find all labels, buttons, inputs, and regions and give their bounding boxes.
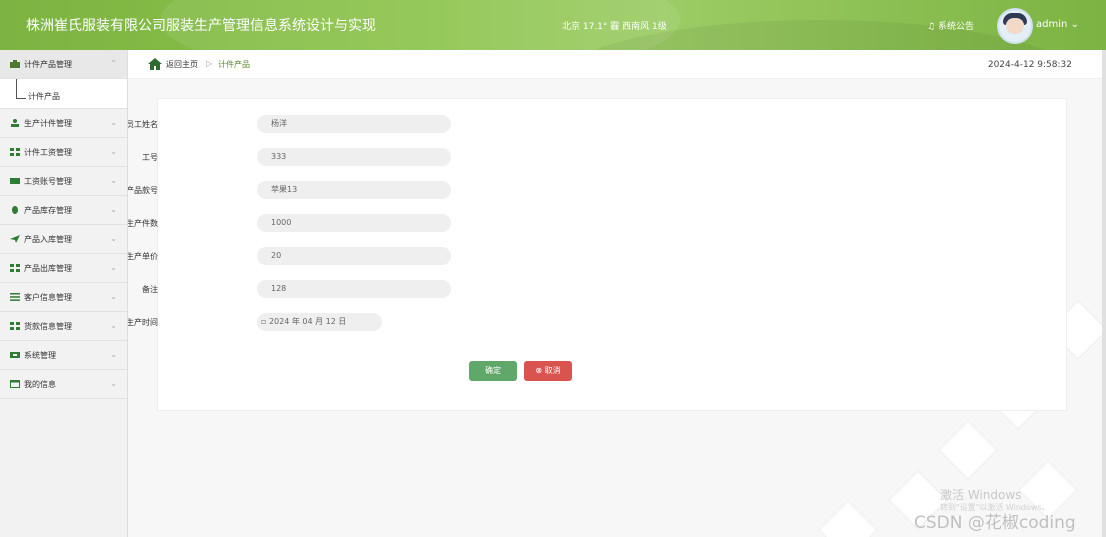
header-bar: 株洲崔氏服装有限公司服装生产管理信息系统设计与实现 北京 17.1° 霾 西南风… [0, 0, 1106, 50]
home-icon[interactable] [148, 58, 162, 70]
settings-icon [10, 352, 20, 358]
breadcrumb-separator: ▷ [206, 59, 213, 68]
card-icon [10, 178, 20, 184]
employee-id-input[interactable]: 333 [257, 148, 451, 166]
field-label: 备注 [142, 285, 158, 294]
form-card: 员工姓名 杨洋 工号 333 产品款号 苹果13 生产件数 1000 生产单价 … [128, 98, 1067, 411]
sidebar-item-label: 产品库存管理 [24, 205, 72, 215]
field-label: 产品款号 [128, 186, 158, 195]
chevron-down-icon: ⌄ [110, 379, 117, 388]
info-icon [10, 380, 20, 388]
field-label: 工号 [142, 153, 158, 162]
confirm-button[interactable]: 确定 [469, 361, 517, 381]
current-time: 2024-4-12 9:58:32 [987, 60, 1072, 70]
sidebar-item-label: 货款信息管理 [24, 321, 72, 331]
tree-line [16, 98, 26, 99]
sidebar-item-inbound[interactable]: 产品入库管理 ⌄ [0, 225, 127, 254]
field-label: 生产单价 [128, 252, 158, 261]
sidebar-item-label: 系统管理 [24, 350, 56, 360]
submenu-label: 计件产品 [28, 92, 60, 101]
app-title: 株洲崔氏服装有限公司服装生产管理信息系统设计与实现 [26, 18, 376, 34]
sidebar-item-label: 生产计件管理 [24, 118, 72, 128]
product-icon [10, 60, 20, 68]
production-date-input[interactable]: ▫ 2024 年 04 月 12 日 [257, 313, 382, 331]
home-link[interactable]: 返回主页 [166, 59, 198, 70]
product-code-input[interactable]: 苹果13 [257, 181, 451, 199]
chevron-down-icon: ⌄ [110, 321, 117, 330]
calendar-icon: ▫ [261, 317, 269, 326]
avatar-face [1006, 18, 1024, 34]
sidebar-item-customer[interactable]: 客户信息管理 ⌄ [0, 283, 127, 312]
background-tile [819, 501, 877, 537]
send-icon [10, 235, 20, 243]
sidebar-item-wage[interactable]: 计件工资管理 ⌄ [0, 138, 127, 167]
remark-input[interactable]: 128 [257, 280, 451, 298]
main-content: 返回主页 ▷ 计件产品 2024-4-12 9:58:32 员工姓名 杨洋 工号… [128, 50, 1106, 537]
notice-label: 系统公告 [937, 22, 974, 32]
tree-line [16, 79, 17, 99]
person-icon [11, 119, 19, 127]
chevron-down-icon: ⌄ [110, 350, 117, 359]
submenu-item-product[interactable]: 计件产品 [0, 79, 127, 109]
sidebar: 计件产品管理 ⌃ 计件产品 生产计件管理 ⌄ 计件工资管理 ⌄ 工资账号管理 ⌄… [0, 50, 128, 537]
notice-link[interactable]: ♫ 系统公告 [927, 19, 974, 32]
user-menu[interactable]: admin ⌄ [1036, 19, 1079, 30]
sidebar-item-outbound[interactable]: 产品出库管理 ⌄ [0, 254, 127, 283]
field-label: 生产件数 [128, 219, 158, 228]
chevron-down-icon: ⌄ [110, 176, 117, 185]
chevron-down-icon: ⌄ [110, 147, 117, 156]
background-tile [939, 421, 997, 479]
sidebar-item-production[interactable]: 生产计件管理 ⌄ [0, 109, 127, 138]
confirm-label: 确定 [485, 366, 501, 375]
grid-icon [10, 322, 20, 330]
date-value: 2024 年 04 月 12 日 [268, 317, 347, 326]
sidebar-item-label: 计件产品管理 [24, 59, 72, 69]
chevron-up-icon: ⌃ [110, 59, 117, 68]
chevron-down-icon: ⌄ [110, 118, 117, 127]
sidebar-item-label: 工资账号管理 [24, 176, 72, 186]
sidebar-item-label: 我的信息 [24, 379, 56, 389]
sidebar-item-myinfo[interactable]: 我的信息 ⌄ [0, 370, 127, 399]
scrollbar[interactable] [1102, 50, 1106, 537]
chevron-down-icon: ⌄ [110, 292, 117, 301]
sidebar-item-product[interactable]: 计件产品管理 ⌃ [0, 50, 127, 79]
breadcrumb-current: 计件产品 [218, 60, 250, 69]
breadcrumb: 返回主页 ▷ 计件产品 2024-4-12 9:58:32 [128, 50, 1106, 79]
sidebar-item-stock[interactable]: 产品库存管理 ⌄ [0, 196, 127, 225]
sidebar-item-payment[interactable]: 货款信息管理 ⌄ [0, 312, 127, 341]
csdn-watermark: CSDN @花椒coding [914, 513, 1076, 533]
list-icon [10, 293, 20, 301]
sidebar-item-label: 产品出库管理 [24, 263, 72, 273]
leaf-icon [12, 206, 18, 214]
employee-name-input[interactable]: 杨洋 [257, 115, 451, 133]
bell-icon: ♫ [927, 22, 938, 32]
field-label: 员工姓名 [128, 120, 158, 129]
sidebar-item-label: 产品入库管理 [24, 234, 72, 244]
grid-icon [10, 148, 20, 156]
sidebar-item-label: 客户信息管理 [24, 292, 72, 302]
windows-watermark: 激活 Windows [940, 488, 1022, 502]
unit-price-input[interactable]: 20 [257, 247, 451, 265]
chevron-down-icon: ⌄ [110, 234, 117, 243]
grid-icon [10, 264, 20, 272]
chevron-down-icon: ⌄ [110, 263, 117, 272]
weather-info: 北京 17.1° 霾 西南风 1级 [562, 22, 667, 32]
avatar[interactable] [997, 8, 1033, 44]
field-label: 生产时间 [128, 318, 158, 327]
sidebar-item-system[interactable]: 系统管理 ⌄ [0, 341, 127, 370]
quantity-input[interactable]: 1000 [257, 214, 451, 232]
sidebar-item-label: 计件工资管理 [24, 147, 72, 157]
cancel-button[interactable]: ⊗ 取消 [524, 361, 572, 381]
chevron-down-icon: ⌄ [110, 205, 117, 214]
sidebar-item-account[interactable]: 工资账号管理 ⌄ [0, 167, 127, 196]
